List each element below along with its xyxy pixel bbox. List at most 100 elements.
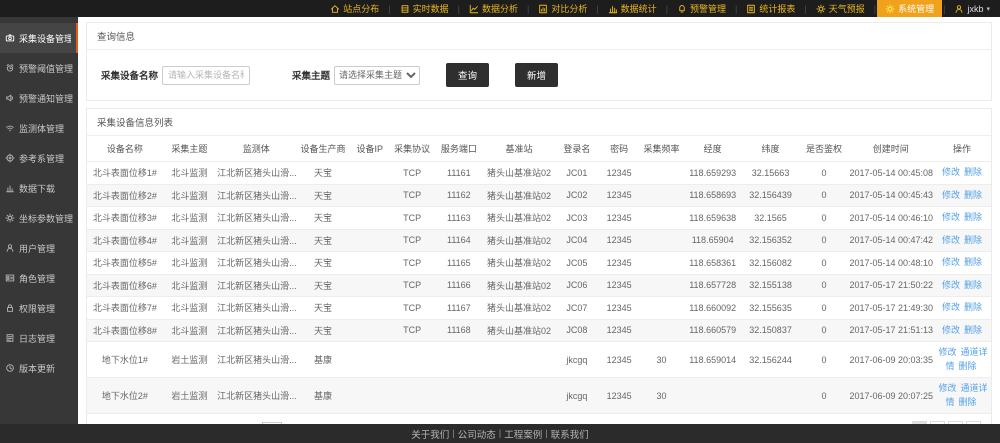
- edit-link[interactable]: 修改: [942, 235, 960, 245]
- table-cell: TCP: [390, 274, 435, 297]
- delete-link[interactable]: 删除: [964, 235, 982, 245]
- sidebar-item-7[interactable]: 坐标参数管理: [0, 203, 78, 233]
- topnav-item-9[interactable]: 系统管理: [877, 0, 942, 17]
- sidebar-item-8[interactable]: 用户管理: [0, 233, 78, 263]
- delete-link[interactable]: 删除: [964, 302, 982, 312]
- page-button-3[interactable]: 3: [948, 421, 963, 424]
- topnav-item-1[interactable]: 站点分布: [322, 0, 387, 17]
- database-icon: [400, 4, 410, 14]
- top-nav: 站点分布|实时数据|数据分析|对比分析|数据统计|预警管理|统计报表|天气预报|…: [322, 0, 946, 17]
- sidebar-item-11[interactable]: 日志管理: [0, 323, 78, 353]
- confirm-jump-button[interactable]: 确定: [306, 423, 324, 424]
- table-cell: 11165: [434, 252, 483, 275]
- edit-link[interactable]: 修改: [942, 190, 960, 200]
- table-cell: jkcgq: [555, 378, 600, 414]
- row-actions: 修改删除: [933, 297, 991, 320]
- table-cell: 32.156439: [742, 184, 800, 207]
- edit-link[interactable]: 修改: [942, 257, 960, 267]
- table-cell: 32.155138: [742, 274, 800, 297]
- sidebar-item-2[interactable]: 预警阈值管理: [0, 53, 78, 83]
- table-cell: 32.156244: [742, 342, 800, 378]
- edit-link[interactable]: 修改: [942, 212, 960, 222]
- topnav-item-6[interactable]: 预警管理: [669, 0, 734, 17]
- table-cell: 北斗表面位移7#: [87, 297, 163, 320]
- edit-link[interactable]: 修改: [942, 325, 960, 335]
- sidebar-item-4[interactable]: 监测体管理: [0, 113, 78, 143]
- edit-link[interactable]: 修改: [939, 383, 957, 393]
- page-button-2[interactable]: 2: [930, 421, 945, 424]
- column-header: 服务端口: [434, 136, 483, 162]
- table-cell: [350, 378, 390, 414]
- delete-link[interactable]: 删除: [964, 280, 982, 290]
- topic-select[interactable]: 请选择采集主题: [334, 66, 420, 85]
- row-actions: 修改删除: [933, 274, 991, 297]
- search-button[interactable]: 查询: [446, 63, 489, 87]
- table-cell: 猪头山基准站02: [483, 319, 554, 342]
- add-button[interactable]: 新增: [515, 63, 558, 87]
- topnav-item-5[interactable]: 数据统计: [600, 0, 665, 17]
- table-cell: 2017-05-17 21:51:13: [848, 319, 933, 342]
- footer-link-2[interactable]: 公司动态: [458, 427, 496, 441]
- delete-link[interactable]: 删除: [964, 212, 982, 222]
- topnav-item-4[interactable]: 对比分析: [530, 0, 595, 17]
- edit-link[interactable]: 修改: [939, 347, 957, 357]
- table-cell: 0: [800, 297, 849, 320]
- delete-link[interactable]: 删除: [964, 257, 982, 267]
- device-name-input[interactable]: [162, 66, 250, 85]
- table-cell: 北斗监测: [163, 297, 216, 320]
- sidebar-item-5[interactable]: 参考系管理: [0, 143, 78, 173]
- delete-link[interactable]: 删除: [959, 361, 977, 371]
- alarm-clock-icon: [5, 63, 15, 73]
- table-cell: 32.1565: [742, 207, 800, 230]
- sidebar-item-3[interactable]: 预警通知管理: [0, 83, 78, 113]
- sidebar: 采集设备管理预警阈值管理预警通知管理监测体管理参考系管理数据下载坐标参数管理用户…: [0, 17, 78, 424]
- sidebar-item-10[interactable]: 权限管理: [0, 293, 78, 323]
- table-cell: [350, 229, 390, 252]
- topbar: 站点分布|实时数据|数据分析|对比分析|数据统计|预警管理|统计报表|天气预报|…: [0, 0, 1000, 17]
- topnav-item-8[interactable]: 天气预报: [808, 0, 873, 17]
- delete-link[interactable]: 删除: [964, 190, 982, 200]
- footer-link-3[interactable]: 工程案例: [504, 427, 542, 441]
- table-cell: 11168: [434, 319, 483, 342]
- sidebar-item-1[interactable]: 采集设备管理: [0, 23, 78, 53]
- edit-link[interactable]: 修改: [942, 280, 960, 290]
- footer-link-1[interactable]: 关于我们: [411, 427, 449, 441]
- table-cell: 118.660092: [684, 297, 742, 320]
- jump-page-input[interactable]: [262, 422, 282, 424]
- sidebar-item-6[interactable]: 数据下载: [0, 173, 78, 203]
- footer-link-4[interactable]: 联系我们: [551, 427, 589, 441]
- table-cell: 江北新区猪头山滑...: [216, 162, 296, 185]
- table-cell: 12345: [599, 274, 639, 297]
- table-cell: 12345: [599, 207, 639, 230]
- delete-link[interactable]: 删除: [964, 325, 982, 335]
- edit-link[interactable]: 修改: [942, 302, 960, 312]
- user-menu[interactable]: jxkb ▾: [946, 0, 1000, 17]
- edit-link[interactable]: 修改: [942, 167, 960, 177]
- sidebar-item-12[interactable]: 版本更新: [0, 353, 78, 383]
- table-cell: TCP: [390, 162, 435, 185]
- sidebar-item-label: 采集设备管理: [19, 32, 71, 45]
- table-row: 北斗表面位移2#北斗监测江北新区猪头山滑...天宝TCP11162猪头山基准站0…: [87, 184, 991, 207]
- target-icon: [5, 153, 15, 163]
- table-cell: 2017-05-14 00:45:08: [848, 162, 933, 185]
- table-cell: [434, 342, 483, 378]
- table-cell: 32.15663: [742, 162, 800, 185]
- page-next-button[interactable]: »: [966, 421, 981, 424]
- topnav-label: 对比分析: [551, 2, 587, 15]
- table-cell: 猪头山基准站02: [483, 252, 554, 275]
- row-actions: 修改删除: [933, 229, 991, 252]
- table-cell: 118.660579: [684, 319, 742, 342]
- topnav-item-2[interactable]: 实时数据: [392, 0, 457, 17]
- topnav-label: 实时数据: [413, 2, 449, 15]
- delete-link[interactable]: 删除: [959, 397, 977, 407]
- table-cell: 32.156082: [742, 252, 800, 275]
- sidebar-item-9[interactable]: 角色管理: [0, 263, 78, 293]
- table-cell: JC04: [555, 229, 600, 252]
- topnav-item-3[interactable]: 数据分析: [461, 0, 526, 17]
- delete-link[interactable]: 删除: [964, 167, 982, 177]
- device-name-label: 采集设备名称: [101, 68, 158, 82]
- page-button-1[interactable]: 1: [912, 421, 927, 424]
- topnav-item-7[interactable]: 统计报表: [738, 0, 803, 17]
- column-header: 设备名称: [87, 136, 163, 162]
- table-cell: 猪头山基准站02: [483, 207, 554, 230]
